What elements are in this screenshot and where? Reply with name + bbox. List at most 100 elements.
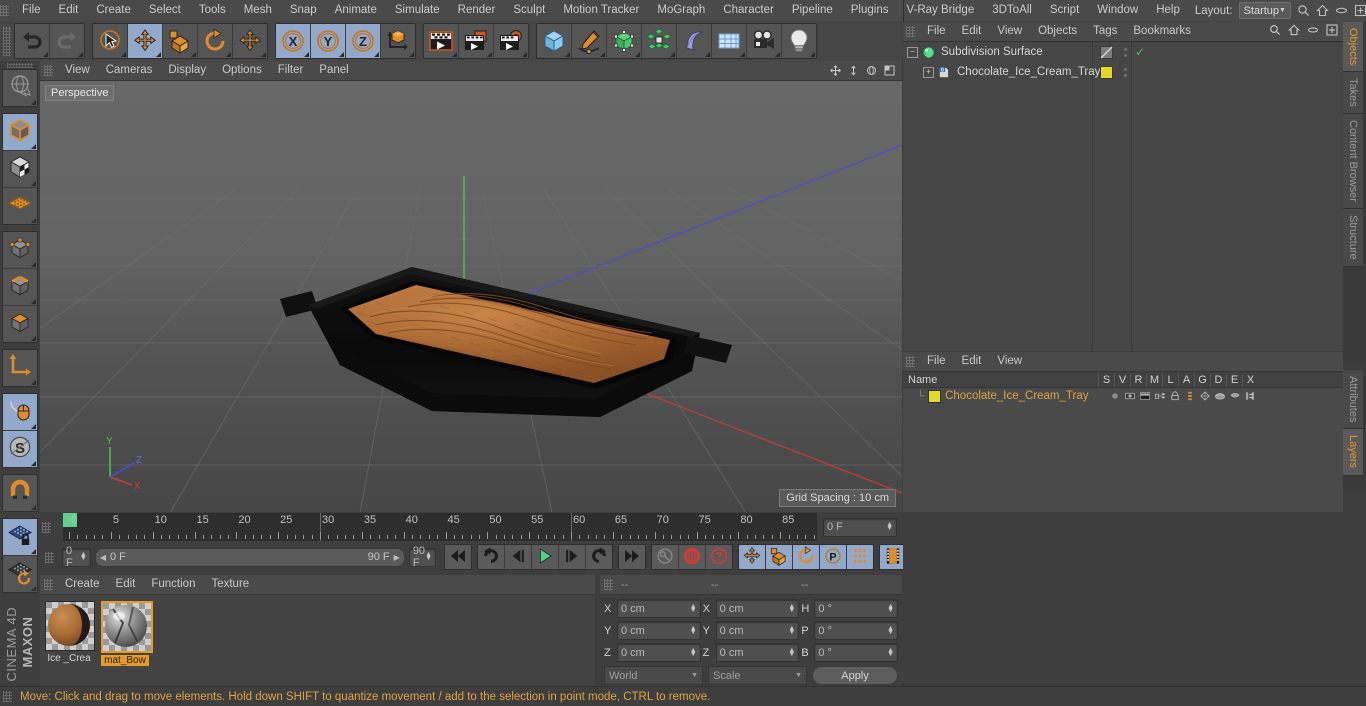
object-tag[interactable] [1093, 42, 1119, 62]
menu-item-select[interactable]: Select [140, 0, 190, 21]
layer-column-name[interactable]: Name [903, 374, 1098, 386]
layer-row[interactable]: └ Chocolate_Ice_Cream_Tray [903, 388, 1343, 404]
position-key-button[interactable] [739, 545, 766, 569]
maximize-view-icon[interactable] [884, 65, 895, 76]
coordinate-field-b[interactable]: 0 ° ▲ ▼ [814, 643, 899, 662]
enable-snap-button[interactable] [3, 393, 37, 431]
spinner-icon[interactable]: ▲ ▼ [690, 647, 697, 658]
spinner-icon[interactable]: ▲ ▼ [887, 625, 894, 636]
y-axis-lock[interactable]: Y [311, 24, 346, 58]
coordinate-field-z[interactable]: 0 cm ▲ ▼ [617, 643, 701, 662]
add-cube-button[interactable] [537, 24, 572, 58]
object-menu-objects[interactable]: Objects [1030, 22, 1085, 41]
playback-range-slider[interactable]: ◀ 0 F 90 F ▶ [94, 547, 405, 567]
add-deformer-button[interactable] [677, 24, 712, 58]
menu-item-script[interactable]: Script [1041, 0, 1088, 21]
object-menu-edit[interactable]: Edit [954, 22, 990, 41]
parameter-key-button[interactable]: P [820, 545, 847, 569]
spinner-icon[interactable]: ▲ ▼ [788, 647, 795, 658]
visibility-dots[interactable] [1119, 42, 1131, 62]
viewport-menu-view[interactable]: View [57, 61, 98, 80]
coordinate-field-p[interactable]: 0 ° ▲ ▼ [814, 621, 899, 640]
material-item[interactable]: Ice _Crea [45, 601, 95, 688]
render-settings-button[interactable] [494, 24, 528, 58]
polygons-mode-button[interactable] [3, 305, 37, 342]
layer-column-r[interactable]: R [1130, 373, 1146, 386]
layer-column-l[interactable]: L [1162, 373, 1178, 386]
texture-mode-button[interactable] [3, 150, 37, 188]
layer-column-v[interactable]: V [1114, 373, 1130, 386]
vertical-tab-content-browser[interactable]: Content Browser [1343, 114, 1363, 209]
extra-move-tool[interactable] [233, 24, 267, 58]
range-right-arrow-icon[interactable]: ▶ [394, 553, 400, 562]
object-menu-view[interactable]: View [989, 22, 1030, 41]
spinner-icon[interactable]: ▲ ▼ [887, 603, 894, 614]
material-swatch[interactable] [45, 601, 95, 651]
playback-start-field[interactable]: 0 F ▲ ▼ [62, 545, 91, 569]
object-menu-file[interactable]: File [919, 22, 954, 41]
render-icon[interactable] [1137, 390, 1152, 402]
layer-column-g[interactable]: G [1194, 373, 1210, 386]
object-menu-tags[interactable]: Tags [1085, 22, 1125, 41]
magnet-button[interactable] [3, 474, 37, 511]
viewport-menu-cameras[interactable]: Cameras [98, 61, 161, 80]
editor-visibility-dot[interactable] [1123, 67, 1127, 71]
menu-item-mograph[interactable]: MoGraph [648, 0, 714, 21]
spinner-icon[interactable]: ▲ ▼ [886, 521, 893, 532]
search-icon[interactable] [1269, 24, 1281, 39]
play-button[interactable] [532, 545, 559, 569]
home-icon[interactable] [1316, 4, 1329, 17]
add-generator-button[interactable] [607, 24, 642, 58]
coordinate-field-y[interactable]: 0 cm ▲ ▼ [617, 621, 701, 640]
record-active-objects-button[interactable] [679, 545, 706, 569]
rotate-tool[interactable] [198, 24, 233, 58]
apply-button[interactable]: Apply [812, 666, 898, 685]
vertical-tab-takes[interactable]: Takes [1343, 72, 1363, 115]
object-menu-bookmarks[interactable]: Bookmarks [1125, 22, 1199, 41]
live-selection-button[interactable] [3, 69, 37, 106]
layer-column-s[interactable]: S [1098, 373, 1114, 386]
timeline-grip[interactable] [42, 521, 51, 533]
animation-icon[interactable] [1182, 390, 1197, 402]
layout-select[interactable]: Startup ▼ [1238, 2, 1291, 19]
undo-button[interactable] [15, 24, 50, 58]
menu-item-snap[interactable]: Snap [281, 0, 326, 21]
spinner-icon[interactable]: ▲ ▼ [788, 603, 795, 614]
render-view-button[interactable] [424, 24, 459, 58]
scale-tool[interactable] [163, 24, 198, 58]
playback-grip[interactable] [45, 551, 54, 563]
menu-item-render[interactable]: Render [449, 0, 505, 21]
spinner-icon[interactable]: ▲ ▼ [690, 625, 697, 636]
play-forwards-button[interactable] [586, 545, 612, 569]
menu-item-window[interactable]: Window [1088, 0, 1147, 21]
object-tree[interactable]: − Subdivision Surface ✓ +0 Chocolate_Ice_Cre… [903, 42, 1343, 351]
maximize-icon[interactable] [1354, 4, 1366, 17]
coordinate-field-h[interactable]: 0 ° ▲ ▼ [814, 599, 899, 618]
ellipse-icon[interactable] [1307, 24, 1319, 39]
layer-column-m[interactable]: M [1146, 373, 1162, 386]
menu-item-pipeline[interactable]: Pipeline [783, 0, 842, 21]
deformer-icon[interactable] [1212, 390, 1227, 402]
coordinates-grip[interactable] [604, 579, 613, 590]
object-enabled-check[interactable]: ✓ [1135, 42, 1145, 62]
expression-icon[interactable] [1227, 390, 1242, 402]
material-menu-edit[interactable]: Edit [108, 575, 144, 594]
menu-item-motion-tracker[interactable]: Motion Tracker [554, 0, 648, 21]
timeline-ruler[interactable]: 051015202530354045505560657075808590 [63, 513, 817, 541]
go-to-start-button[interactable] [445, 545, 471, 569]
toolbar-grip[interactable] [3, 26, 11, 56]
render-to-picture-viewer-button[interactable] [459, 24, 494, 58]
add-array-button[interactable] [642, 24, 677, 58]
tree-toggle-icon[interactable]: + [923, 66, 934, 78]
lock-workplane-button[interactable] [3, 518, 37, 556]
go-to-end-button[interactable] [619, 545, 645, 569]
status-grip[interactable] [3, 691, 12, 702]
vertical-tab-objects[interactable]: Objects [1343, 22, 1363, 73]
object-row[interactable]: − Subdivision Surface ✓ [903, 42, 1343, 62]
view-icon[interactable] [1122, 390, 1137, 402]
enable-axis-button[interactable] [3, 349, 37, 386]
menu-item-sculpt[interactable]: Sculpt [504, 0, 554, 21]
add-environment-button[interactable] [712, 24, 747, 58]
menu-item-create[interactable]: Create [87, 0, 140, 21]
minimize-icon[interactable] [1335, 4, 1348, 17]
